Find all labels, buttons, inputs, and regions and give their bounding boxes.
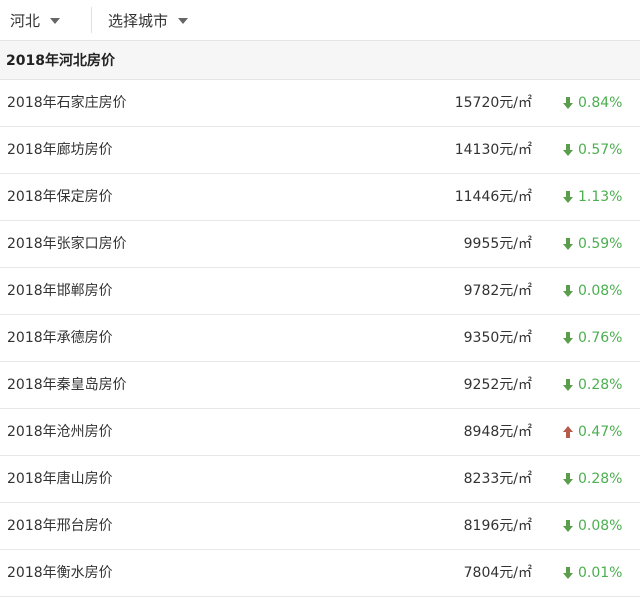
arrow-down-icon: [563, 191, 573, 203]
change-indicator: 0.59%: [563, 221, 622, 267]
list-item[interactable]: 2018年衡水房价 7804元/㎡ 0.01%: [0, 550, 640, 597]
change-percent: 0.08%: [578, 518, 623, 534]
price-value: 11446元/㎡: [454, 189, 532, 205]
change-percent: 0.84%: [578, 95, 623, 111]
price-value: 9350元/㎡: [463, 330, 532, 346]
change-indicator: 0.28%: [563, 362, 622, 408]
province-dropdown[interactable]: 河北: [10, 0, 61, 40]
change-indicator: 0.76%: [563, 315, 622, 361]
price-value: 14130元/㎡: [454, 142, 532, 158]
change-percent: 1.13%: [578, 189, 623, 205]
price-value: 8948元/㎡: [463, 424, 532, 440]
price-value: 9955元/㎡: [463, 236, 532, 252]
change-percent: 0.28%: [578, 471, 623, 487]
price-value: 9782元/㎡: [463, 283, 532, 299]
chevron-down-icon: [50, 18, 61, 24]
change-percent: 0.08%: [578, 283, 623, 299]
list-item[interactable]: 2018年邢台房价 8196元/㎡ 0.08%: [0, 503, 640, 550]
arrow-down-icon: [563, 285, 573, 297]
section-header: 2018年河北房价: [0, 41, 640, 80]
arrow-down-icon: [563, 567, 573, 579]
price-value: 9252元/㎡: [463, 377, 532, 393]
filter-divider: [91, 7, 92, 33]
city-price-name: 2018年沧州房价: [7, 424, 113, 440]
filter-bar: 河北 选择城市: [0, 0, 640, 41]
city-price-name: 2018年邢台房价: [7, 518, 113, 534]
change-percent: 0.57%: [578, 142, 623, 158]
price-value: 8196元/㎡: [463, 518, 532, 534]
price-value: 8233元/㎡: [463, 471, 532, 487]
list-item[interactable]: 2018年廊坊房价 14130元/㎡ 0.57%: [0, 127, 640, 174]
city-dropdown[interactable]: 选择城市: [108, 0, 189, 40]
change-percent: 0.47%: [578, 424, 623, 440]
change-indicator: 0.84%: [563, 80, 622, 126]
change-percent: 0.59%: [578, 236, 623, 252]
change-indicator: 0.47%: [563, 409, 622, 455]
city-price-name: 2018年石家庄房价: [7, 95, 127, 111]
change-percent: 0.76%: [578, 330, 623, 346]
arrow-down-icon: [563, 144, 573, 156]
province-label: 河北: [10, 11, 41, 30]
change-indicator: 0.08%: [563, 268, 622, 314]
arrow-down-icon: [563, 332, 573, 344]
list-item[interactable]: 2018年沧州房价 8948元/㎡ 0.47%: [0, 409, 640, 456]
list-item[interactable]: 2018年唐山房价 8233元/㎡ 0.28%: [0, 456, 640, 503]
change-percent: 0.01%: [578, 565, 623, 581]
price-value: 15720元/㎡: [454, 95, 532, 111]
change-indicator: 0.28%: [563, 456, 622, 502]
price-value: 7804元/㎡: [463, 565, 532, 581]
city-price-name: 2018年张家口房价: [7, 236, 127, 252]
city-price-name: 2018年廊坊房价: [7, 142, 113, 158]
city-price-name: 2018年保定房价: [7, 189, 113, 205]
list-item[interactable]: 2018年张家口房价 9955元/㎡ 0.59%: [0, 221, 640, 268]
list-item[interactable]: 2018年邯郸房价 9782元/㎡ 0.08%: [0, 268, 640, 315]
change-indicator: 0.08%: [563, 503, 622, 549]
chevron-down-icon: [178, 18, 189, 24]
arrow-down-icon: [563, 473, 573, 485]
arrow-up-icon: [563, 426, 573, 438]
arrow-down-icon: [563, 238, 573, 250]
section-title: 2018年河北房价: [6, 53, 115, 69]
city-price-name: 2018年秦皇岛房价: [7, 377, 127, 393]
city-price-name: 2018年衡水房价: [7, 565, 113, 581]
change-indicator: 1.13%: [563, 174, 622, 220]
city-price-name: 2018年邯郸房价: [7, 283, 113, 299]
arrow-down-icon: [563, 97, 573, 109]
arrow-down-icon: [563, 520, 573, 532]
city-price-name: 2018年承德房价: [7, 330, 113, 346]
list-item[interactable]: 2018年秦皇岛房价 9252元/㎡ 0.28%: [0, 362, 640, 409]
list-item[interactable]: 2018年保定房价 11446元/㎡ 1.13%: [0, 174, 640, 221]
change-indicator: 0.01%: [563, 550, 622, 596]
change-indicator: 0.57%: [563, 127, 622, 173]
price-list: 2018年石家庄房价 15720元/㎡ 0.84% 2018年廊坊房价 14130元/㎡…: [0, 80, 640, 597]
list-item[interactable]: 2018年承德房价 9350元/㎡ 0.76%: [0, 315, 640, 362]
city-price-name: 2018年唐山房价: [7, 471, 113, 487]
list-item[interactable]: 2018年石家庄房价 15720元/㎡ 0.84%: [0, 80, 640, 127]
arrow-down-icon: [563, 379, 573, 391]
city-label: 选择城市: [108, 11, 169, 30]
change-percent: 0.28%: [578, 377, 623, 393]
